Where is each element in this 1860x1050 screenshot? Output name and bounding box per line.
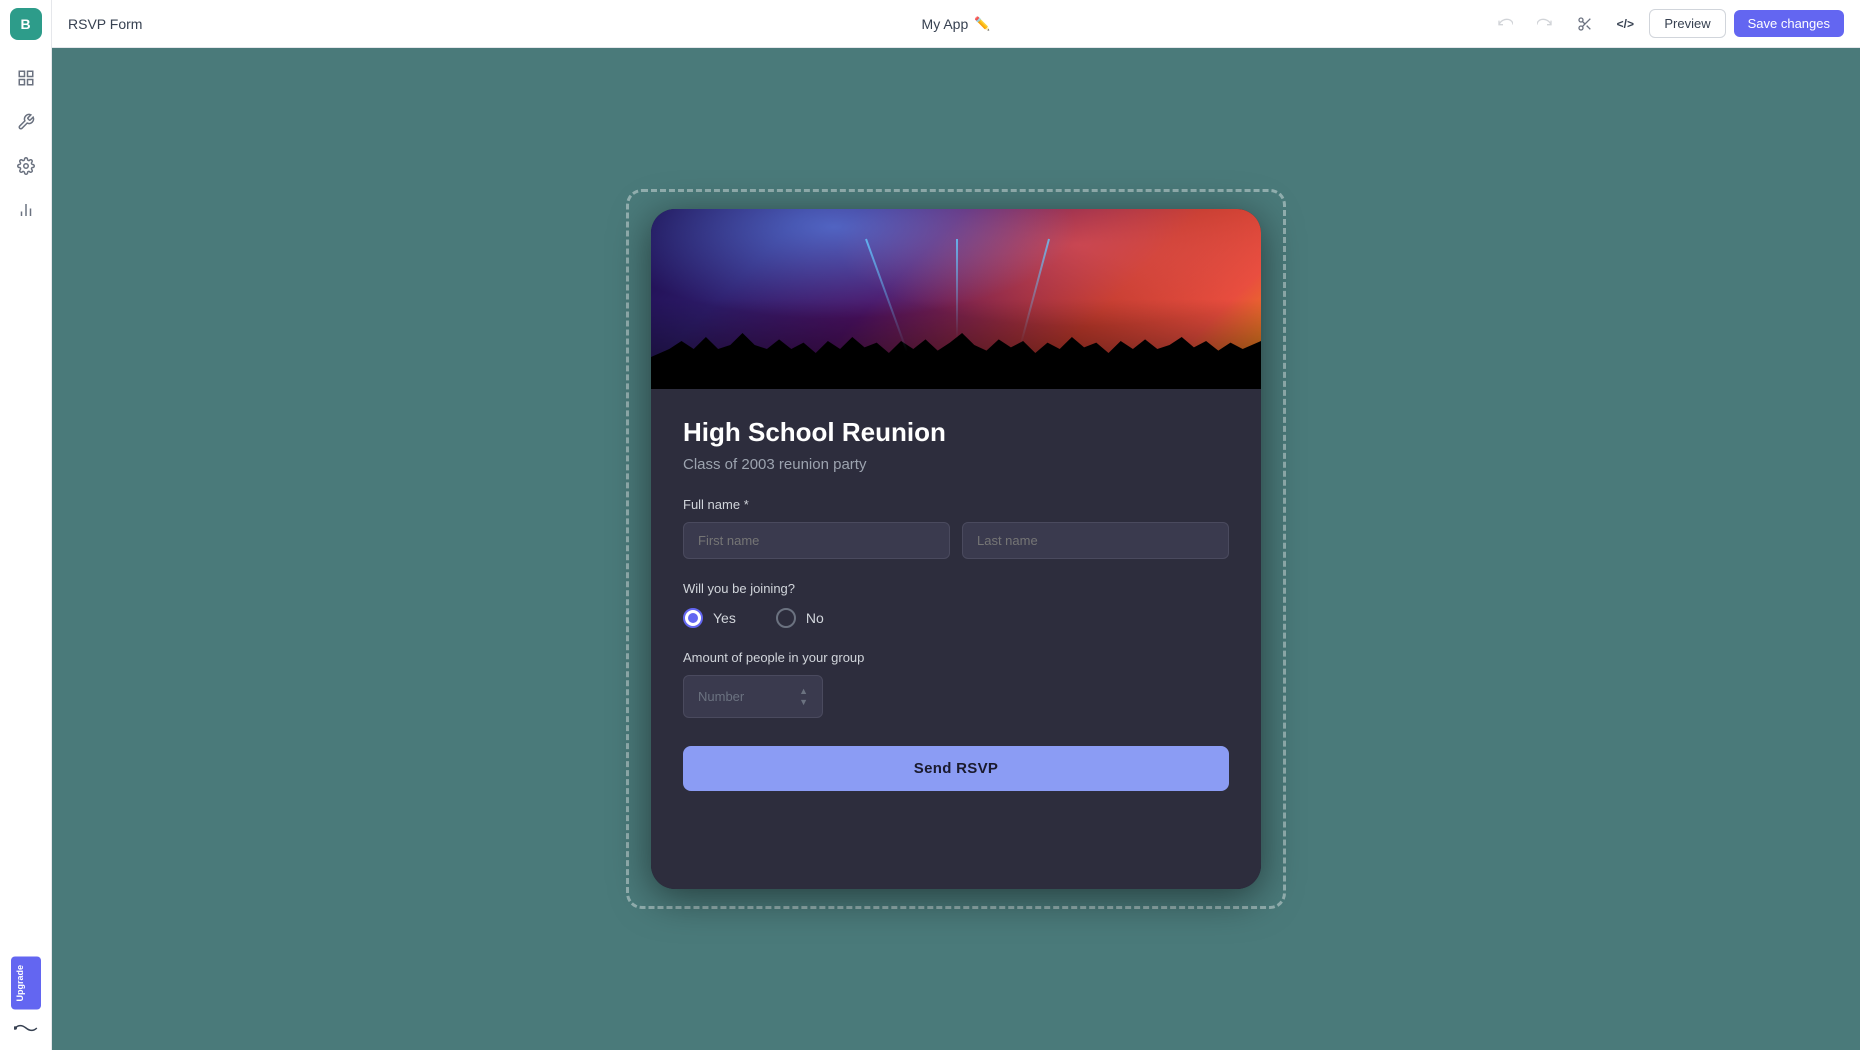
edit-icon[interactable]: ✏️ — [974, 16, 990, 32]
no-label: No — [806, 610, 824, 626]
yes-label: Yes — [713, 610, 736, 626]
main-canvas: High School Reunion Class of 2003 reunio… — [52, 0, 1860, 1050]
number-select[interactable]: Number ▲ ▼ — [683, 675, 823, 718]
full-name-label: Full name * — [683, 497, 1229, 512]
app-name-center: My App ✏️ — [922, 16, 991, 32]
sidebar-item-grid[interactable] — [8, 60, 44, 96]
number-placeholder: Number — [698, 689, 744, 704]
laser-2 — [956, 239, 958, 339]
app-logo[interactable]: B — [10, 8, 42, 40]
preview-button[interactable]: Preview — [1649, 9, 1725, 38]
sidebar: B Upgrade — [0, 0, 52, 1050]
undo-button[interactable] — [1489, 8, 1521, 40]
page-title: RSVP Form — [68, 16, 1489, 32]
no-radio[interactable] — [776, 608, 796, 628]
number-section: Amount of people in your group Number ▲ … — [683, 650, 1229, 718]
arrow-down-icon: ▼ — [799, 697, 808, 707]
sidebar-item-analytics[interactable] — [8, 192, 44, 228]
last-name-input[interactable] — [962, 522, 1229, 559]
joining-section: Will you be joining? Yes No — [683, 581, 1229, 628]
no-option[interactable]: No — [776, 608, 824, 628]
yes-radio[interactable] — [683, 608, 703, 628]
name-row — [683, 522, 1229, 559]
spinner-arrows[interactable]: ▲ ▼ — [799, 686, 808, 707]
laser-1 — [865, 239, 908, 352]
sidebar-item-settings[interactable] — [8, 148, 44, 184]
bottom-icon — [8, 1018, 44, 1038]
topbar: RSVP Form My App ✏️ </> Preview Save cha… — [52, 0, 1860, 48]
form-subtitle: Class of 2003 reunion party — [683, 456, 1229, 473]
redo-button[interactable] — [1529, 8, 1561, 40]
arrow-up-icon: ▲ — [799, 686, 808, 696]
joining-label: Will you be joining? — [683, 581, 1229, 596]
concert-image — [651, 209, 1261, 389]
device-preview: High School Reunion Class of 2003 reunio… — [651, 209, 1261, 889]
form-content: High School Reunion Class of 2003 reunio… — [651, 389, 1261, 889]
yes-option[interactable]: Yes — [683, 608, 736, 628]
form-title: High School Reunion — [683, 417, 1229, 448]
send-rsvp-button[interactable]: Send RSVP — [683, 746, 1229, 791]
canvas-frame: High School Reunion Class of 2003 reunio… — [626, 189, 1286, 909]
upgrade-button[interactable]: Upgrade — [11, 957, 41, 1010]
first-name-input[interactable] — [683, 522, 950, 559]
sidebar-item-tools[interactable] — [8, 104, 44, 140]
group-label: Amount of people in your group — [683, 650, 1229, 665]
save-button[interactable]: Save changes — [1734, 10, 1844, 37]
radio-row: Yes No — [683, 608, 1229, 628]
laser-3 — [1019, 239, 1049, 346]
topbar-actions: </> Preview Save changes — [1489, 8, 1844, 40]
code-button[interactable]: </> — [1609, 8, 1641, 40]
scissors-button[interactable] — [1569, 8, 1601, 40]
